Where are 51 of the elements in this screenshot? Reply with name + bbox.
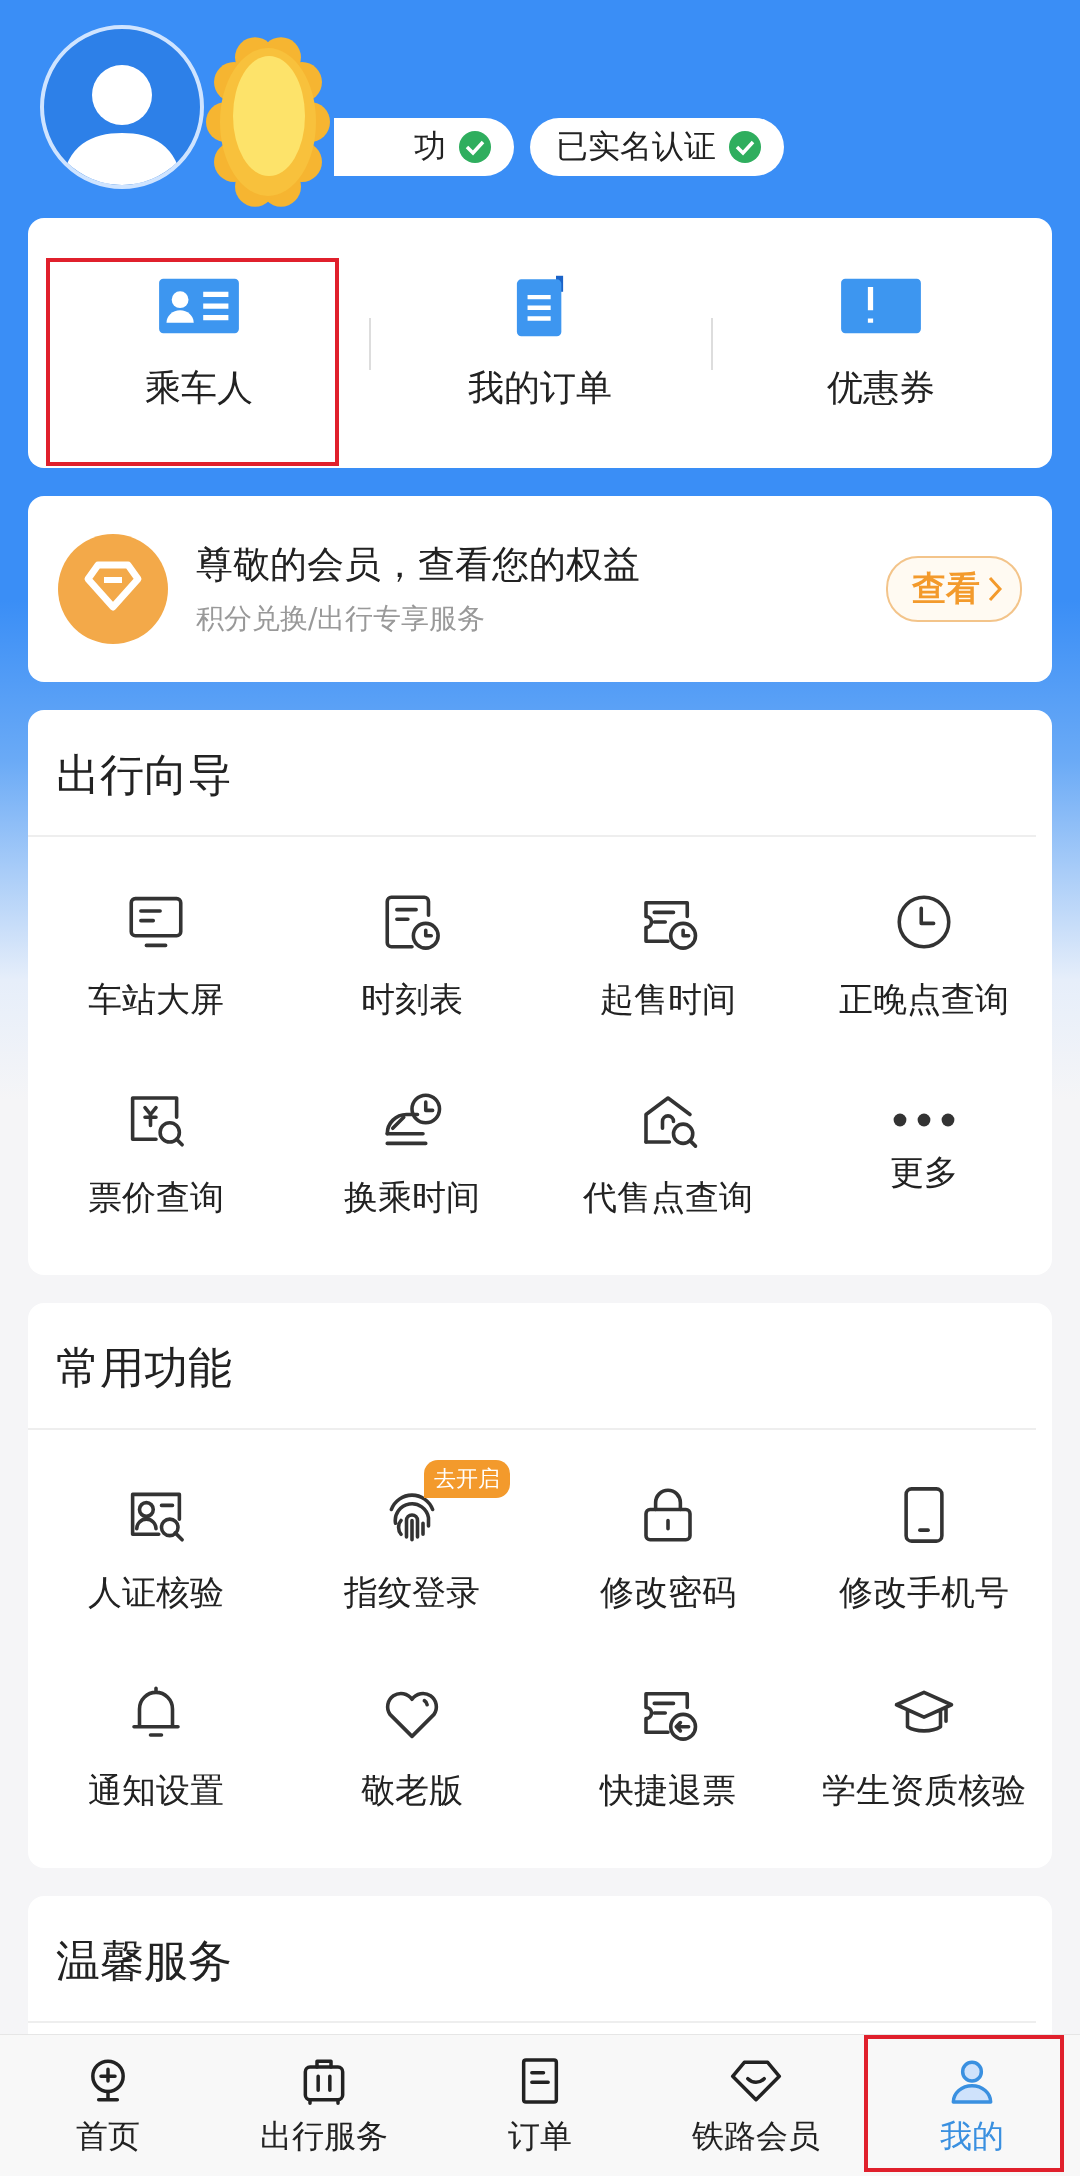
quick-link[interactable]: 我的订单 [369, 218, 711, 468]
member-title: 尊敬的会员，查看您的权益 [196, 542, 641, 588]
badge-label: 功 [414, 126, 446, 167]
function-item[interactable]: 更多 [796, 1055, 1052, 1253]
function-label: 正晚点查询 [839, 978, 1009, 1021]
function-label: 代售点查询 [583, 1176, 753, 1219]
function-item[interactable]: 修改密码 [540, 1450, 796, 1648]
more-icon [891, 1112, 957, 1128]
function-item[interactable]: 修改手机号 [796, 1450, 1052, 1648]
function-label: 人证核验 [88, 1571, 224, 1614]
function-label: 更多 [890, 1151, 958, 1194]
function-item[interactable]: 敬老版 [284, 1648, 540, 1846]
function-item[interactable]: 代售点查询 [540, 1055, 796, 1253]
function-label: 通知设置 [88, 1769, 224, 1812]
function-label: 换乘时间 [344, 1176, 480, 1219]
function-label: 修改密码 [600, 1571, 736, 1614]
quick-link[interactable]: 优惠券 [710, 218, 1052, 468]
badge: 去开启 [424, 1460, 510, 1498]
member-subtitle: 积分兑换/出行专享服务 [196, 601, 487, 637]
function-item[interactable]: 快捷退票 [540, 1648, 796, 1846]
quick-link-label: 我的订单 [468, 365, 612, 410]
function-label: 时刻表 [361, 978, 463, 1021]
tab[interactable]: 订单 [432, 2035, 648, 2176]
function-item[interactable]: 时刻表 [284, 857, 540, 1055]
function-label: 车站大屏 [88, 978, 224, 1021]
function-item[interactable]: 起售时间 [540, 857, 796, 1055]
quick-link-label: 乘车人 [144, 365, 253, 410]
tab[interactable]: 首页 [0, 2035, 216, 2176]
function-item[interactable]: 票价查询 [28, 1055, 284, 1253]
badge-label: 已实名认证 [556, 126, 716, 167]
function-label: 学生资质核验 [822, 1769, 1026, 1812]
function-item[interactable]: 换乘时间 [284, 1055, 540, 1253]
section-title: 出行向导 [28, 710, 1036, 837]
quick-link-label: 优惠券 [827, 365, 936, 410]
function-label: 指纹登录 [344, 1571, 480, 1614]
quick-link[interactable]: 乘车人 [28, 218, 370, 468]
function-item[interactable]: 学生资质核验 [796, 1648, 1052, 1846]
function-label: 起售时间 [600, 978, 736, 1021]
function-item[interactable]: 车站大屏 [28, 857, 284, 1055]
tab[interactable]: 铁路会员 [648, 2035, 864, 2176]
section-title: 常用功能 [28, 1303, 1036, 1430]
tab[interactable]: 出行服务 [216, 2035, 432, 2176]
function-label: 敬老版 [361, 1769, 463, 1812]
function-item[interactable]: 人证核验 [28, 1450, 284, 1648]
section-title: 温馨服务 [28, 1896, 1036, 2023]
function-item[interactable]: 去开启 指纹登录 [284, 1450, 540, 1648]
function-item[interactable]: 正晚点查询 [796, 857, 1052, 1055]
function-label: 快捷退票 [600, 1769, 736, 1812]
function-label: 票价查询 [88, 1176, 224, 1219]
function-label: 修改手机号 [839, 1571, 1009, 1614]
function-item[interactable]: 通知设置 [28, 1648, 284, 1846]
